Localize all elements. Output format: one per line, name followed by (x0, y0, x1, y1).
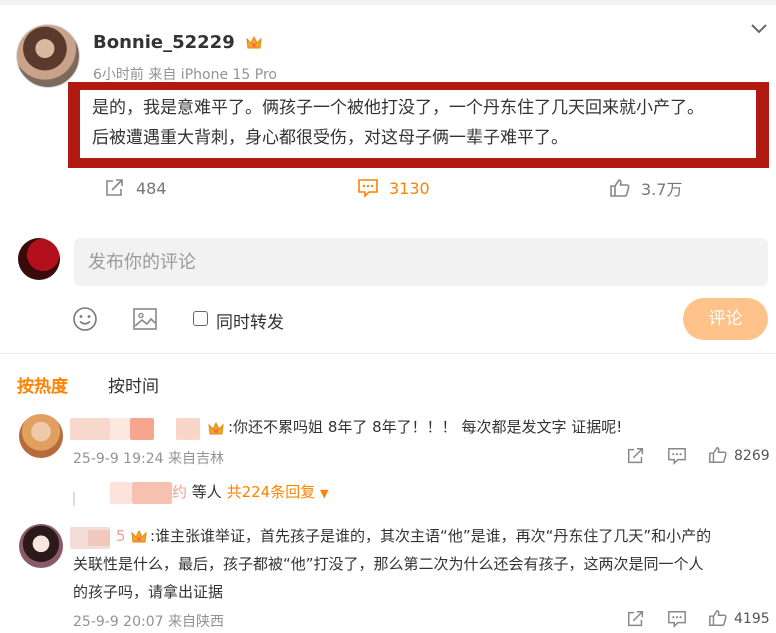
thumbs-up-icon[interactable] (708, 445, 728, 465)
reply-summary[interactable]: 约 等人 共224条回复 ▼ (172, 478, 328, 508)
reply-icon[interactable] (667, 446, 687, 466)
comment-icon (358, 179, 378, 198)
current-user-avatar[interactable] (18, 238, 60, 280)
reply-indicator-line (73, 492, 75, 506)
image-icon[interactable] (132, 306, 158, 332)
caret-down-icon: ▼ (320, 487, 329, 500)
comment-meta: 25-9-9 19:24 来自吉林 (73, 451, 224, 467)
comment-text-line-2: 关联性是什么，最后，孩子都被“他”打没了，那么第二次为什么还会有孩子，这两次是同… (73, 555, 704, 573)
comment-text-line-1: :谁主张谁举证，首先孩子是谁的，其次主语“他”是谁，再次“丹东住了几天”和小产的 (150, 527, 712, 545)
view-replies-link[interactable]: 共224条回复 (227, 483, 316, 501)
author-avatar[interactable] (16, 24, 80, 88)
reply-name-suffix: 约 (172, 483, 188, 501)
author-username[interactable]: Bonnie_52229 (93, 32, 235, 53)
blurred-username-part (88, 530, 110, 546)
share-count: 484 (136, 178, 167, 198)
comment-like-count: 4195 (734, 611, 770, 627)
blurred-username-part (110, 482, 132, 504)
vip-crown-icon (131, 529, 147, 543)
forward-label[interactable]: 同时转发 (216, 308, 284, 333)
post-text-line-2: 后被遭遇重大背刺，身心都很受伤，对这母子俩一辈子难平了。 (92, 128, 568, 148)
chevron-down-icon[interactable] (750, 22, 768, 36)
commenter-name-suffix[interactable]: 5 (116, 522, 126, 550)
forward-checkbox[interactable] (193, 311, 208, 326)
like-button[interactable]: 3.7万 (609, 176, 682, 200)
commenter-avatar[interactable] (19, 414, 63, 458)
commenter-avatar[interactable] (19, 524, 63, 568)
vip-crown-icon (246, 35, 262, 49)
comment-meta: 25-9-9 20:07 来自陕西 (73, 614, 224, 630)
share-icon (106, 179, 123, 196)
top-divider-strip (0, 0, 776, 5)
comment-like-count: 8269 (734, 448, 770, 464)
share-button[interactable]: 484 (104, 176, 167, 200)
comment-text-line-3: 的孩子吗，请拿出证据 (73, 583, 224, 601)
blurred-username-part (132, 482, 172, 504)
tab-sort-hot[interactable]: 按热度 (17, 372, 68, 397)
emoji-icon[interactable] (72, 306, 98, 332)
thumbs-up-icon[interactable] (708, 608, 728, 628)
blurred-username-part (176, 418, 200, 440)
section-divider (0, 353, 776, 354)
blurred-username-part (130, 418, 154, 440)
share-icon[interactable] (626, 609, 646, 629)
reply-people-label: 等人 (191, 483, 222, 501)
author-name-row[interactable]: Bonnie_52229 (93, 32, 263, 53)
comment-count: 3130 (389, 178, 430, 198)
reply-icon[interactable] (667, 609, 687, 629)
submit-comment-button[interactable]: 评论 (683, 298, 768, 340)
share-icon[interactable] (626, 446, 646, 466)
blurred-username-part (70, 418, 110, 440)
vip-crown-icon (208, 421, 224, 435)
comment-input[interactable] (74, 238, 768, 286)
comment-button[interactable]: 3130 (357, 176, 430, 200)
post-text-line-1: 是的，我是意难平了。俩孩子一个被他打没了，一个丹东住了几天回来就小产了。 (92, 98, 704, 118)
post-body: 是的，我是意难平了。俩孩子一个被他打没了，一个丹东住了几天回来就小产了。 后被遭… (92, 93, 762, 153)
thumbs-up-icon (610, 179, 630, 197)
post-meta: 6小时前 来自 iPhone 15 Pro (93, 67, 277, 83)
blurred-username-part (110, 418, 130, 440)
comment-text: :你还不累吗姐 8年了 8年了！！！ 每次都是发文字 证据呢! (228, 418, 623, 436)
like-count: 3.7万 (641, 180, 683, 199)
tab-sort-time[interactable]: 按时间 (108, 372, 159, 397)
